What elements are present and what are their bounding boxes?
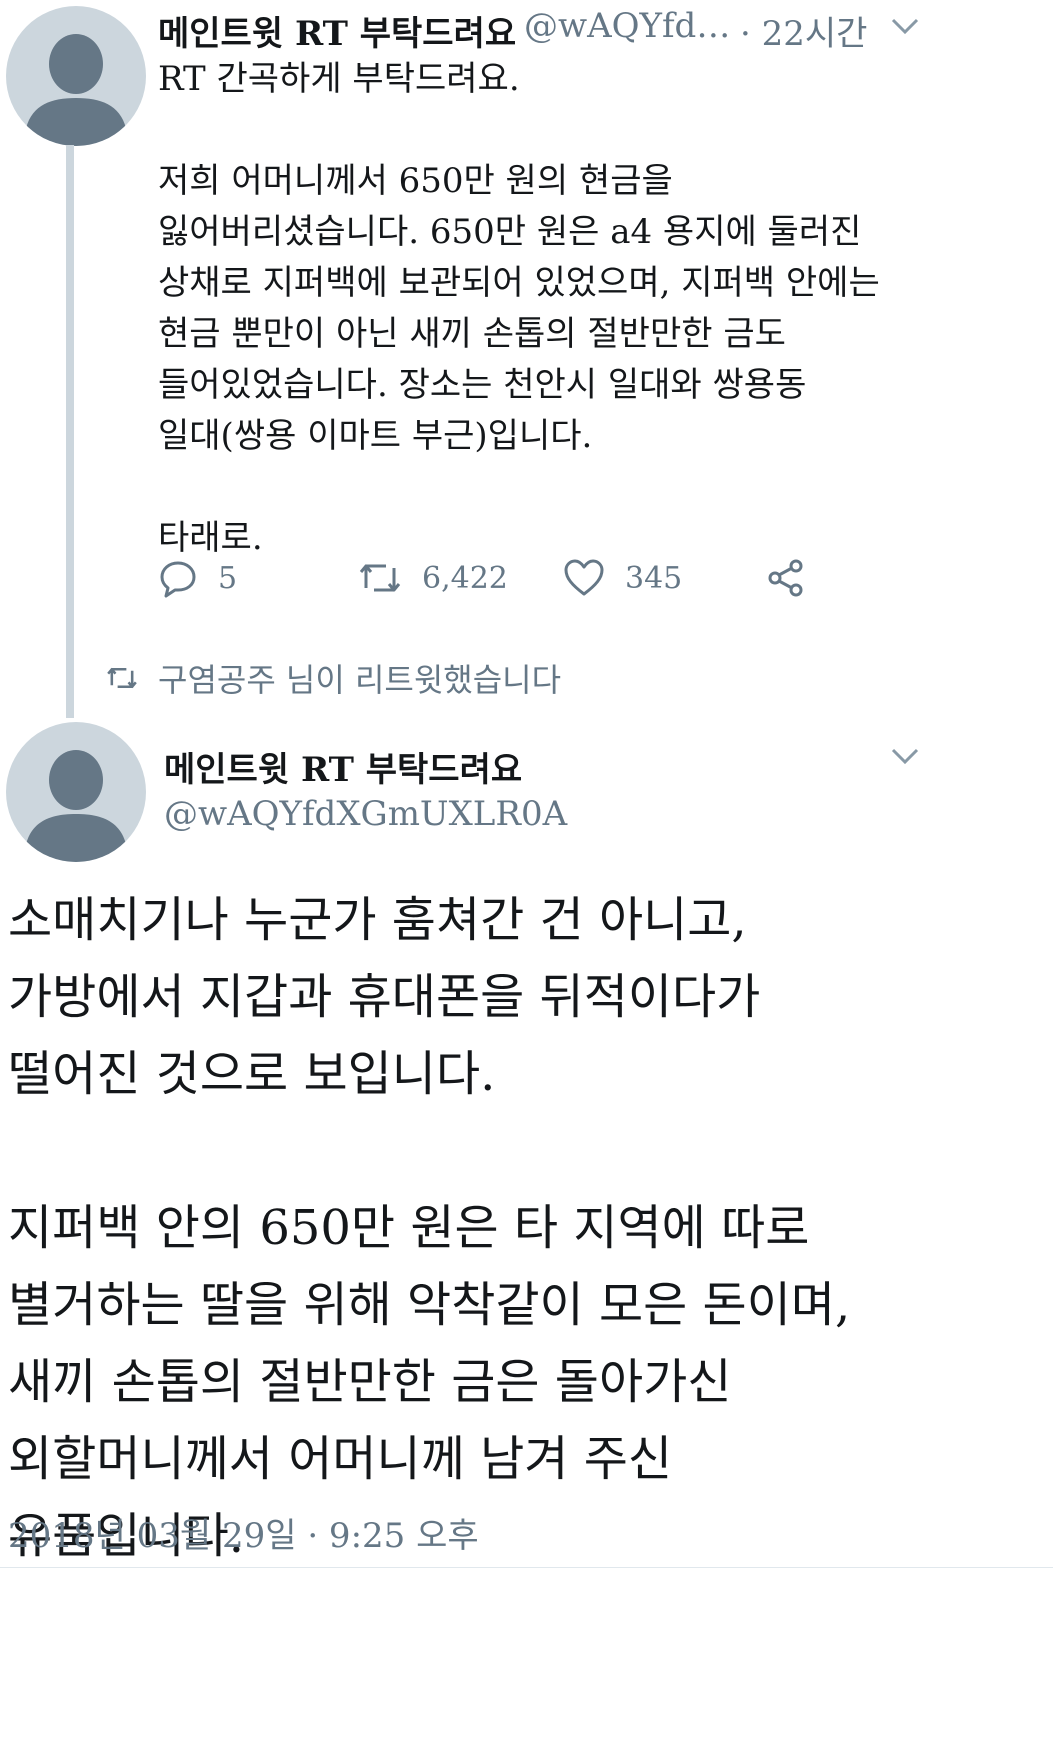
- retweet-button[interactable]: 6,422: [358, 558, 508, 598]
- avatar[interactable]: [6, 722, 146, 862]
- reply-button[interactable]: 5: [158, 558, 237, 598]
- reply-count: 5: [218, 560, 238, 596]
- retweet-notice[interactable]: 구염공주 님이 리트윗했습니다: [106, 655, 561, 701]
- retweet-count: 6,422: [422, 560, 508, 596]
- reply-icon: [160, 561, 196, 598]
- author-handle[interactable]: @wAQYfdXGmUXLR0A: [164, 794, 567, 834]
- retweet-icon: [107, 668, 137, 688]
- author-name[interactable]: 메인트윗 RT 부탁드려요: [164, 742, 522, 791]
- author-name[interactable]: 메인트윗 RT 부탁드려요: [158, 6, 516, 55]
- retweet-notice-text: 구염공주 님이 리트윗했습니다: [158, 661, 562, 699]
- thread-line: [66, 145, 74, 718]
- like-button[interactable]: 345: [563, 558, 682, 598]
- chevron-down-icon[interactable]: [890, 16, 920, 42]
- tweet-text: RT 간곡하게 부탁드려요. 저희 어머니께서 650만 원의 현금을 잃어버리…: [158, 59, 880, 558]
- share-icon: [768, 559, 803, 597]
- like-count: 345: [625, 560, 683, 596]
- tweet-text: 소매치기나 누군가 훔쳐간 건 아니고, 가방에서 지갑과 휴대폰을 뒤적이다가…: [8, 892, 851, 1564]
- heart-icon: [564, 559, 604, 596]
- tweet-timestamp[interactable]: 2018년 03월 29일 · 9:25 오후: [8, 1508, 479, 1557]
- retweet-icon: [359, 564, 401, 592]
- chevron-down-icon[interactable]: [890, 746, 920, 772]
- tweet-time[interactable]: · 22시간: [740, 6, 867, 55]
- avatar[interactable]: [6, 6, 146, 146]
- divider: [0, 1567, 1053, 1568]
- author-handle[interactable]: @wAQYfd…: [524, 6, 730, 46]
- share-button[interactable]: [766, 558, 826, 598]
